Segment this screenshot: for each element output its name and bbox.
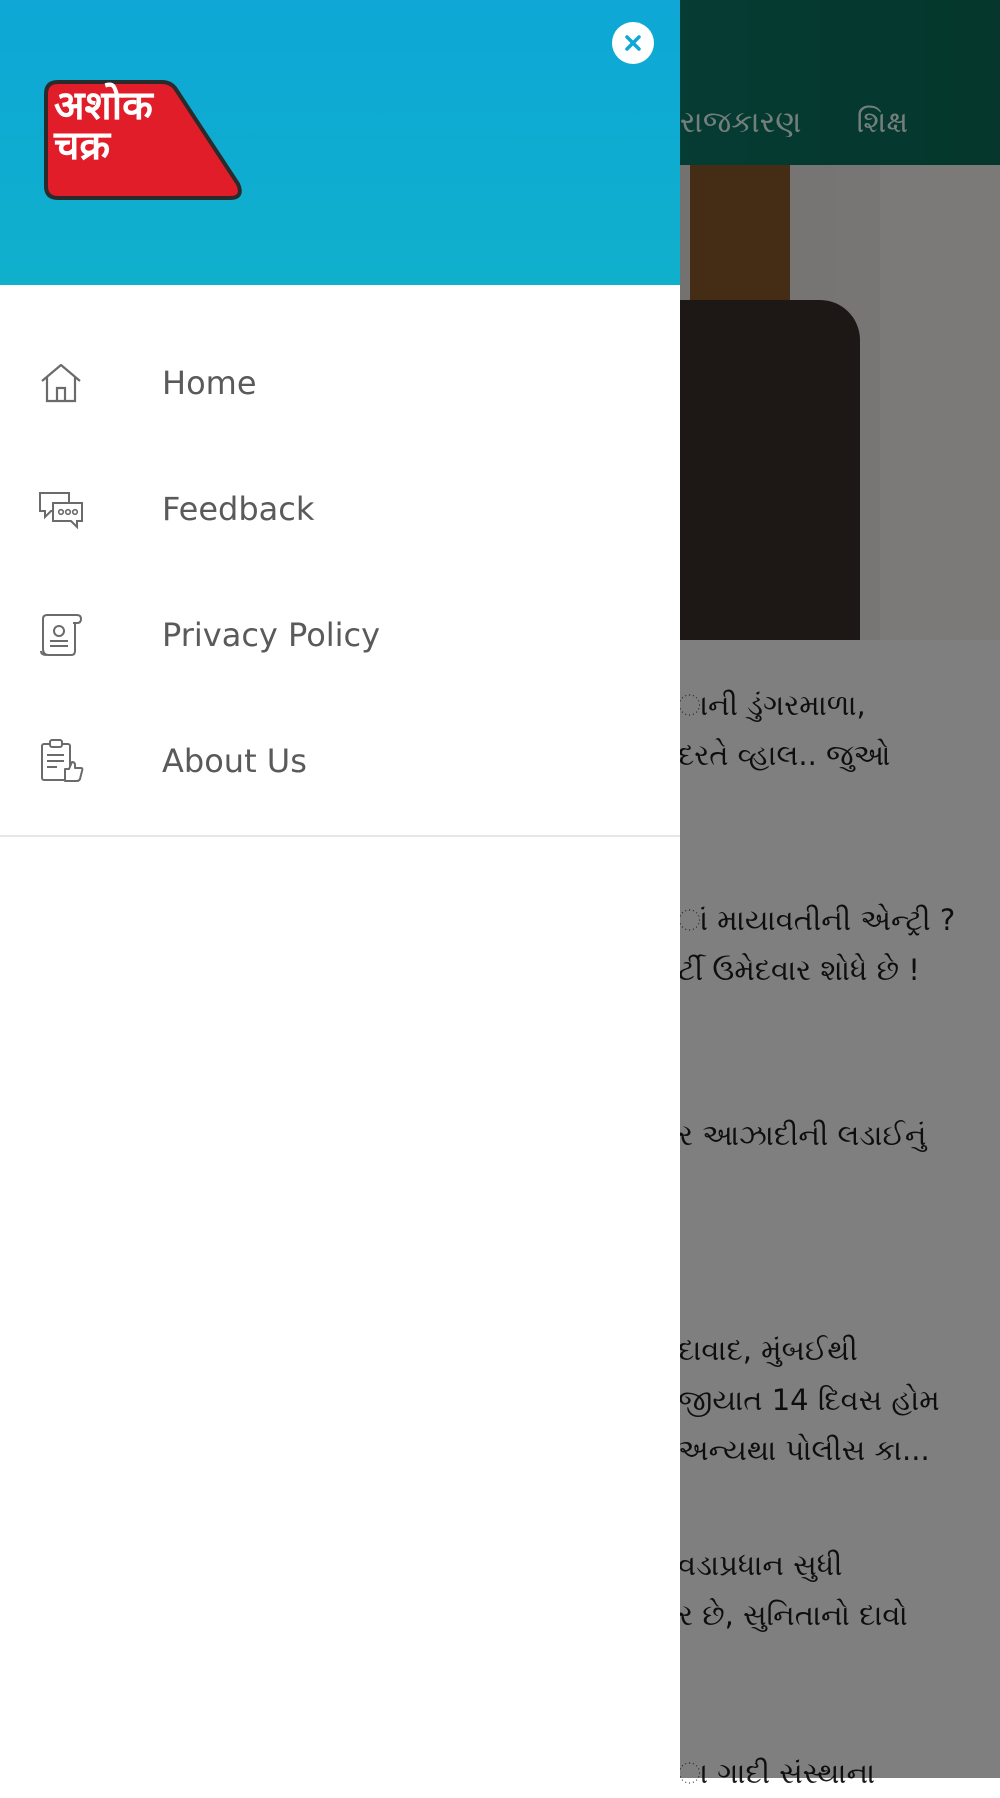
drawer-header: अशोक चक्र — [0, 0, 680, 285]
menu-divider — [0, 835, 680, 837]
menu-item-feedback[interactable]: Feedback — [0, 446, 680, 572]
close-icon — [625, 35, 641, 51]
home-icon — [41, 363, 81, 403]
privacy-policy-icon — [40, 614, 83, 656]
about-us-icon — [41, 739, 84, 782]
menu-item-about-us[interactable]: About Us — [0, 698, 680, 824]
logo-text: अशोक चक्र — [54, 83, 153, 169]
drawer-menu: Home Feedback Privacy Policy About Us — [0, 285, 680, 835]
app-logo: अशोक चक्र — [44, 80, 244, 202]
menu-item-privacy-policy[interactable]: Privacy Policy — [0, 572, 680, 698]
menu-label-privacy-policy: Privacy Policy — [162, 616, 381, 654]
menu-label-feedback: Feedback — [162, 490, 315, 528]
menu-label-about-us: About Us — [162, 742, 307, 780]
close-button[interactable] — [612, 22, 654, 64]
menu-item-home[interactable]: Home — [0, 320, 680, 446]
feedback-icon — [39, 492, 83, 530]
menu-label-home: Home — [162, 364, 257, 402]
navigation-drawer: अशोक चक्र Home Feedback Privacy Policy A… — [0, 0, 680, 1778]
